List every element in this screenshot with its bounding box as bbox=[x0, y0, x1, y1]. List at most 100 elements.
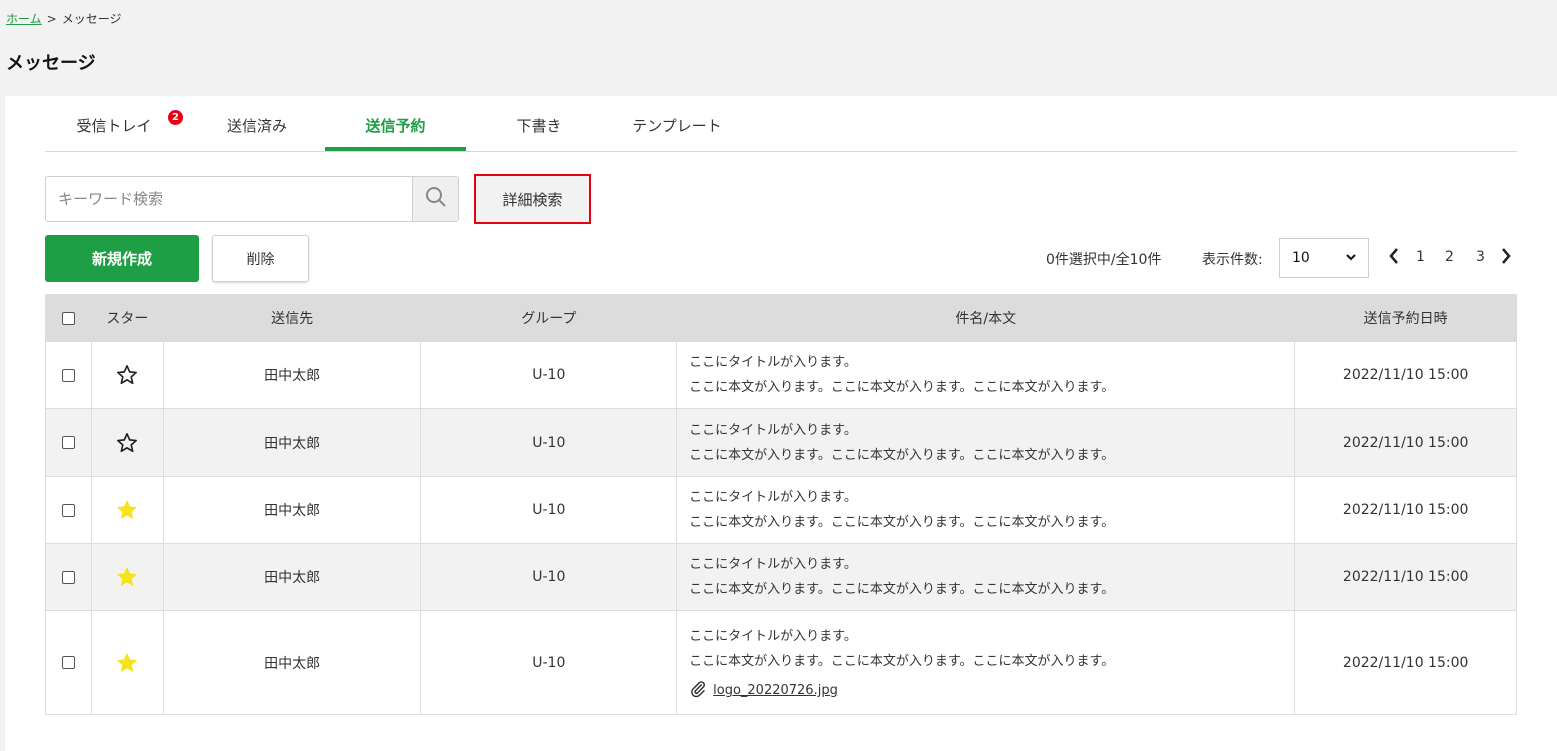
subject-cell: ここにタイトルが入ります。ここに本文が入ります。ここに本文が入ります。ここに本文… bbox=[677, 611, 1296, 714]
recipient-cell: 田中太郎 bbox=[164, 544, 422, 610]
tab-scheduled[interactable]: 送信予約 bbox=[325, 100, 466, 151]
table-row[interactable]: 田中太郎 U-10 ここにタイトルが入ります。 ここに本文が入ります。ここに本文が… bbox=[46, 341, 1516, 408]
new-message-label: 新規作成 bbox=[91, 250, 152, 268]
subject-body: ここに本文が入ります。ここに本文が入ります。ここに本文が入ります。 bbox=[689, 653, 1115, 669]
group-cell: U-10 bbox=[421, 409, 678, 476]
star-cell bbox=[92, 409, 164, 476]
per-page-select[interactable]: 10 bbox=[1279, 238, 1369, 278]
subject-title: ここにタイトルが入ります。 bbox=[689, 422, 857, 438]
header-star: スター bbox=[92, 295, 164, 341]
advanced-search-button[interactable]: 詳細検索 bbox=[474, 174, 591, 224]
table-header: スター 送信先 グループ 件名/本文 送信予約日時 bbox=[46, 295, 1516, 341]
header-area bbox=[0, 0, 1557, 96]
new-message-button[interactable]: 新規作成 bbox=[45, 235, 199, 282]
header-subject: 件名/本文 bbox=[677, 295, 1296, 341]
tab-inbox-label: 受信トレイ bbox=[76, 117, 152, 135]
star-cell bbox=[92, 544, 164, 610]
group-cell: U-10 bbox=[421, 611, 678, 714]
select-all-checkbox[interactable] bbox=[61, 311, 75, 325]
selection-status: 0件選択中/全10件 bbox=[1046, 252, 1162, 268]
left-border bbox=[0, 96, 5, 751]
recipient-cell: 田中太郎 bbox=[164, 477, 422, 543]
row-checkbox[interactable] bbox=[61, 436, 75, 449]
header-recipient: 送信先 bbox=[164, 295, 422, 341]
group-cell: U-10 bbox=[421, 477, 678, 543]
tab-sent[interactable]: 送信済み bbox=[207, 100, 307, 151]
table-row[interactable]: 田中太郎 U-10 ここにタイトルが入ります。 ここに本文が入ります。ここに本文が… bbox=[46, 543, 1516, 610]
page-title: メッセージ bbox=[6, 53, 96, 74]
chevron-down-icon bbox=[1344, 250, 1358, 268]
delete-button[interactable]: 削除 bbox=[212, 235, 309, 282]
search-button[interactable] bbox=[412, 177, 458, 221]
chevron-right-icon bbox=[1500, 246, 1512, 266]
star-outline-icon[interactable] bbox=[116, 364, 138, 386]
row-checkbox[interactable] bbox=[61, 570, 75, 584]
subject-body: ここに本文が入ります。ここに本文が入ります。ここに本文が入ります。 bbox=[689, 447, 1115, 463]
row-checkbox[interactable] bbox=[61, 503, 75, 517]
header-group: グループ bbox=[422, 295, 678, 341]
table-row[interactable]: 田中太郎 U-10 ここにタイトルが入ります。ここに本文が入ります。ここに本文が… bbox=[46, 408, 1516, 476]
subject-cell: ここにタイトルが入ります。ここに本文が入ります。ここに本文が入ります。ここに本文… bbox=[677, 409, 1296, 476]
group-cell: U-10 bbox=[421, 342, 678, 408]
row-select-cell bbox=[46, 477, 92, 543]
pager-next[interactable] bbox=[1500, 244, 1512, 268]
advanced-search-label: 詳細検索 bbox=[502, 190, 563, 209]
per-page-value: 10 bbox=[1292, 250, 1310, 266]
page-3[interactable]: 3 bbox=[1476, 249, 1485, 265]
subject-title: ここにタイトルが入ります。 bbox=[689, 490, 857, 505]
search-box bbox=[45, 176, 459, 222]
delete-label: 削除 bbox=[246, 251, 275, 268]
search-input[interactable] bbox=[46, 177, 412, 221]
row-select-cell bbox=[46, 611, 92, 714]
star-filled-icon[interactable] bbox=[116, 566, 138, 588]
attachment-link[interactable]: logo_20220726.jpg bbox=[689, 680, 1114, 702]
subject-cell: ここにタイトルが入ります。 ここに本文が入ります。ここに本文が入ります。ここに本文… bbox=[677, 342, 1296, 408]
star-cell bbox=[92, 342, 164, 408]
tab-bar: 受信トレイ 2 送信済み 送信予約 下書き テンプレート bbox=[45, 100, 1517, 152]
breadcrumb-separator: > bbox=[46, 12, 57, 26]
recipient-cell: 田中太郎 bbox=[164, 611, 422, 714]
subject-title: ここにタイトルが入ります。 bbox=[689, 628, 857, 644]
row-select-cell bbox=[46, 409, 92, 476]
unread-badge: 2 bbox=[168, 110, 183, 125]
subject-body: ここに本文が入ります。ここに本文が入ります。ここに本文が入ります。 bbox=[689, 582, 1115, 597]
pager-prev[interactable] bbox=[1388, 244, 1400, 268]
search-icon bbox=[424, 185, 448, 213]
breadcrumb-current: メッセージ bbox=[61, 12, 122, 26]
star-cell bbox=[92, 611, 164, 714]
breadcrumb-home-link[interactable]: ホーム bbox=[6, 12, 42, 26]
tab-inbox[interactable]: 受信トレイ bbox=[59, 100, 169, 151]
row-select-cell bbox=[46, 544, 92, 610]
table-row[interactable]: 田中太郎 U-10 ここにタイトルが入ります。ここに本文が入ります。ここに本文が… bbox=[46, 476, 1516, 543]
scheduled-date-cell: 2022/11/10 15:00 bbox=[1342, 367, 1469, 383]
per-page-label: 表示件数: bbox=[1202, 252, 1263, 268]
tab-drafts-label: 下書き bbox=[516, 117, 562, 135]
page-2[interactable]: 2 bbox=[1445, 249, 1454, 265]
row-checkbox[interactable] bbox=[61, 368, 75, 382]
recipient-cell: 田中太郎 bbox=[164, 409, 422, 476]
paperclip-icon bbox=[689, 680, 707, 702]
subject-cell: ここにタイトルが入ります。ここに本文が入ります。ここに本文が入ります。ここに本文… bbox=[677, 477, 1296, 543]
tab-drafts[interactable]: 下書き bbox=[489, 100, 589, 151]
star-cell bbox=[92, 477, 164, 543]
star-filled-icon[interactable] bbox=[116, 652, 138, 674]
subject-cell: ここにタイトルが入ります。 ここに本文が入ります。ここに本文が入ります。ここに本文… bbox=[677, 544, 1296, 610]
row-checkbox[interactable] bbox=[61, 656, 75, 669]
breadcrumb: ホーム > メッセージ bbox=[6, 10, 121, 27]
subject-body: ここに本文が入ります。ここに本文が入ります。ここに本文が入ります。 bbox=[689, 380, 1115, 395]
row-select-cell bbox=[46, 342, 92, 408]
header-scheduled: 送信予約日時 bbox=[1363, 311, 1448, 327]
attachment-filename: logo_20220726.jpg bbox=[713, 683, 838, 698]
page-1[interactable]: 1 bbox=[1416, 249, 1425, 265]
tab-templates[interactable]: テンプレート bbox=[615, 100, 739, 151]
table-row[interactable]: 田中太郎 U-10 ここにタイトルが入ります。ここに本文が入ります。ここに本文が… bbox=[46, 610, 1516, 714]
group-cell: U-10 bbox=[421, 544, 678, 610]
chevron-left-icon bbox=[1388, 246, 1400, 266]
message-table: スター 送信先 グループ 件名/本文 送信予約日時 田中太郎 U-10 ここにタ… bbox=[45, 294, 1517, 715]
scheduled-date-cell: 2022/11/10 15:00 bbox=[1342, 654, 1469, 671]
scheduled-date-cell: 2022/11/10 15:00 bbox=[1342, 502, 1469, 518]
scheduled-date-cell: 2022/11/10 15:00 bbox=[1342, 434, 1469, 451]
star-filled-icon[interactable] bbox=[116, 499, 138, 521]
star-outline-icon[interactable] bbox=[116, 432, 138, 454]
subject-body: ここに本文が入ります。ここに本文が入ります。ここに本文が入ります。 bbox=[689, 515, 1115, 530]
